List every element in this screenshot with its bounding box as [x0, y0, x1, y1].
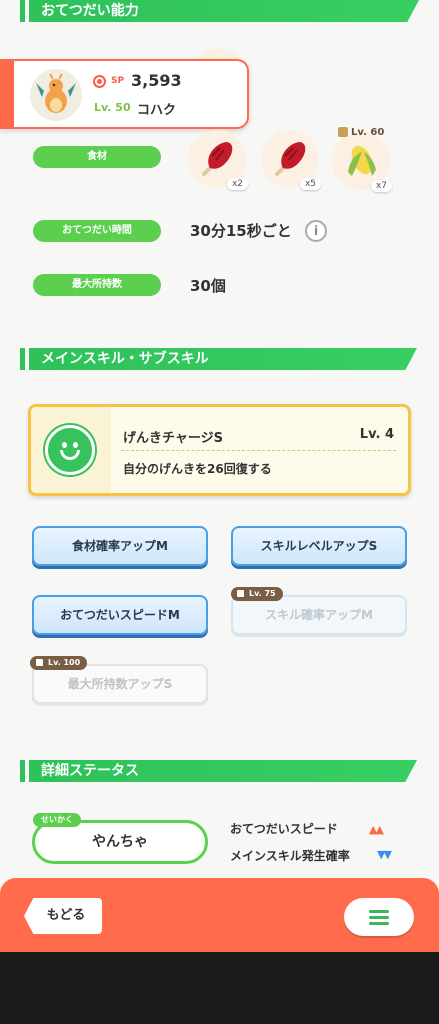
- nature-down-label: メインスキル発生確率: [230, 849, 350, 863]
- sub-skill-button-3[interactable]: おてつだいスピードM: [32, 595, 208, 635]
- sub-skill-button-4[interactable]: スキル確率アップM: [231, 595, 407, 635]
- hamburger-icon: [369, 910, 389, 913]
- section-header-detail-status: 詳細ステータス: [20, 760, 417, 782]
- ingredient-count: x5: [299, 178, 321, 190]
- ingredient-count: x7: [370, 180, 392, 192]
- ingredient-unlock-level: Lv. 60: [338, 127, 384, 138]
- pokemon-card[interactable]: SP 3,593 Lv. 50 コハク: [0, 59, 249, 129]
- smile-icon: [45, 425, 95, 475]
- sub-skill-unlock-tag: Lv. 100: [30, 656, 88, 670]
- section-header-skills: メインスキル・サブスキル: [20, 348, 417, 370]
- divider: [121, 450, 396, 451]
- ingredient-slot-3[interactable]: x7: [332, 132, 392, 192]
- ingredient-slot-2[interactable]: x5: [261, 130, 321, 190]
- pokemon-level: Lv. 50: [94, 101, 131, 114]
- sub-skill-unlock-tag: Lv. 75: [231, 587, 283, 601]
- sub-skill-button-5[interactable]: 最大所持数アップS: [32, 664, 208, 704]
- ingredient-count: x2: [226, 178, 248, 190]
- dragonite-icon: [36, 73, 76, 113]
- main-skill-name: げんきチャージS: [123, 431, 223, 446]
- help-time-value: 30分15秒ごと: [190, 222, 292, 240]
- back-button[interactable]: もどる: [24, 898, 102, 934]
- main-skill-level: Lv. 4: [359, 427, 394, 442]
- sp-label: SP: [111, 76, 125, 86]
- nature-up-label: おてつだいスピード: [230, 822, 338, 836]
- max-carry-label: 最大所持数: [33, 274, 161, 296]
- sub-skill-button-1[interactable]: 食材確率アップM: [32, 526, 208, 566]
- sub-skill-button-2[interactable]: スキルレベルアップS: [231, 526, 407, 566]
- sp-value: 3,593: [131, 71, 182, 90]
- lock-icon: [338, 127, 348, 137]
- section-header-helper-ability: おてつだい能力: [20, 0, 419, 22]
- main-skill-description: 自分のげんきを26回復する: [123, 462, 272, 476]
- ingredients-label: 食材: [33, 146, 161, 168]
- up-arrows-icon: ▲▲: [369, 823, 384, 836]
- down-arrows-icon: ▼▼: [377, 848, 392, 861]
- pokemon-name: コハク: [137, 103, 177, 118]
- max-carry-value: 30個: [190, 277, 226, 295]
- sp-ball-icon: [93, 75, 106, 88]
- section-title: 詳細ステータス: [29, 760, 417, 782]
- system-bar: [0, 952, 439, 1024]
- info-icon[interactable]: i: [305, 220, 327, 242]
- main-skill-card[interactable]: げんきチャージS Lv. 4 自分のげんきを26回復する: [28, 404, 411, 496]
- section-title: おてつだい能力: [29, 0, 419, 22]
- section-title: メインスキル・サブスキル: [29, 348, 417, 370]
- nature-tag: せいかく: [33, 813, 81, 827]
- pokemon-avatar: [30, 69, 82, 121]
- help-time-label: おてつだい時間: [33, 220, 161, 242]
- ingredient-slot-1[interactable]: x2: [188, 130, 248, 190]
- bottom-bar: もどる: [0, 878, 439, 952]
- menu-button[interactable]: [344, 898, 414, 936]
